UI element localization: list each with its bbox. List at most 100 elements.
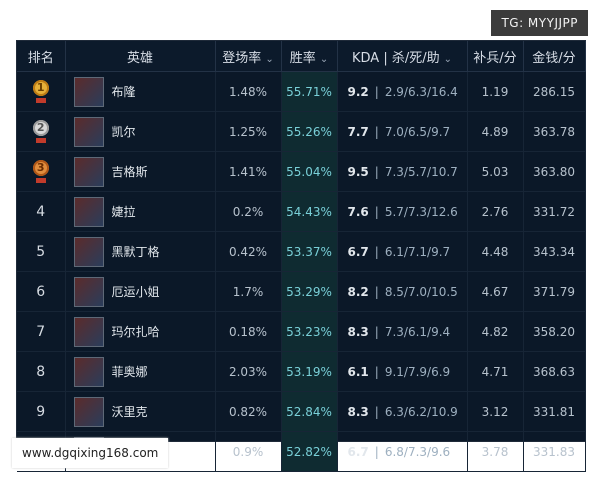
table-row[interactable]: 7 玛尔扎哈 0.18% 53.23% 8.3 | 7.3/6.1/9.4 4.82 358.2… [17, 311, 586, 352]
hero-name[interactable]: 菲奥娜 [112, 363, 148, 380]
header-rank: 排名 [17, 41, 66, 72]
header-pick-rate-label: 登场率 [222, 50, 262, 66]
gold-cell: 331.83 [523, 431, 586, 472]
gold-cell: 331.72 [523, 191, 586, 232]
pick-rate-cell: 2.03% [215, 351, 282, 392]
hero-cell: 玛尔扎哈 [65, 311, 216, 352]
win-rate-cell: 54.43% [281, 191, 338, 232]
kda-cell: 9.2 | 2.9/6.3/16.4 [337, 71, 468, 112]
kda-cell: 8.3 | 6.3/6.2/10.9 [337, 391, 468, 432]
pick-rate-cell: 1.48% [215, 71, 282, 112]
bronze-medal-icon: 3 [32, 159, 49, 176]
cs-cell: 1.19 [467, 71, 524, 112]
rank-cell: 1 [17, 71, 66, 112]
kda-cell: 7.6 | 5.7/7.3/12.6 [337, 191, 468, 232]
hero-portrait-icon[interactable] [73, 396, 104, 427]
kda-value: 6.7 [347, 244, 369, 259]
hero-wrap: 黑默丁格 [73, 236, 214, 267]
gold-cell: 343.34 [523, 231, 586, 272]
table-row[interactable]: 5 黑默丁格 0.42% 53.37% 6.7 | 6.1/7.1/9.7 4.48 343.3… [17, 231, 586, 272]
win-rate-cell: 53.23% [281, 311, 338, 352]
kda-value: 8.3 [347, 324, 369, 339]
hero-name[interactable]: 布隆 [112, 83, 136, 100]
hero-wrap: 吉格斯 [73, 156, 214, 187]
cs-cell: 4.67 [467, 271, 524, 312]
gold-cell: 363.78 [523, 111, 586, 152]
ranking-board: 排名 英雄 登场率 ⌄ 胜率 ⌄ KDA | 杀/死/助 ⌄ 补兵/分 金钱/分 1布… [16, 40, 586, 472]
header-kda[interactable]: KDA | 杀/死/助 ⌄ [337, 41, 468, 72]
kda-value: 8.2 [347, 284, 369, 299]
rank-cell: 4 [17, 191, 66, 232]
kda-detail: 9.1/7.9/6.9 [384, 364, 451, 379]
hero-name[interactable]: 沃里克 [112, 403, 148, 420]
medal-ribbon-icon [35, 177, 46, 183]
cs-cell: 4.48 [467, 231, 524, 272]
table-row[interactable]: 3 吉格斯 1.41% 55.04% 9.5 | 7.3/5.7/10.7 5.03 363.8… [17, 151, 586, 192]
header-gold[interactable]: 金钱/分 [523, 41, 586, 72]
kda-value: 6.7 [347, 444, 369, 459]
table-row[interactable]: 6 厄运小姐 1.7% 53.29% 8.2 | 8.5/7.0/10.5 4.67 371.7… [17, 271, 586, 312]
kda-separator: | [374, 164, 379, 179]
kda-separator: | [374, 364, 379, 379]
win-rate-cell: 55.26% [281, 111, 338, 152]
win-rate-cell: 55.71% [281, 71, 338, 112]
kda-detail: 7.3/6.1/9.4 [384, 324, 451, 339]
header-win-rate[interactable]: 胜率 ⌄ [281, 41, 338, 72]
rank-number: 7 [36, 323, 46, 340]
pick-rate-cell: 1.25% [215, 111, 282, 152]
tg-badge: TG: MYYJJPP [491, 10, 588, 36]
hero-name[interactable]: 婕拉 [112, 203, 136, 220]
win-rate-cell: 55.04% [281, 151, 338, 192]
table-row[interactable]: 9 沃里克 0.82% 52.84% 8.3 | 6.3/6.2/10.9 3.12 331.8… [17, 391, 586, 432]
cs-cell: 4.89 [467, 111, 524, 152]
table-row[interactable]: 2 凯尔 1.25% 55.26% 7.7 | 7.0/6.5/9.7 4.89 363.78 [17, 111, 586, 152]
kda-detail: 8.5/7.0/10.5 [384, 284, 458, 299]
rank-number: 5 [36, 243, 46, 260]
hero-cell: 凯尔 [65, 111, 216, 152]
gold-cell: 368.63 [523, 351, 586, 392]
watermark-url: www.dgqixing168.com [12, 438, 169, 468]
gold-cell: 363.80 [523, 151, 586, 192]
cs-cell: 4.82 [467, 311, 524, 352]
header-cs[interactable]: 补兵/分 [467, 41, 524, 72]
kda-value: 9.5 [347, 164, 369, 179]
hero-name[interactable]: 厄运小姐 [112, 283, 160, 300]
gold-medal-icon: 1 [32, 79, 49, 96]
kda-value: 7.7 [347, 124, 369, 139]
hero-portrait-icon[interactable] [73, 276, 104, 307]
hero-name[interactable]: 玛尔扎哈 [112, 323, 160, 340]
rank-cell: 3 [17, 151, 66, 192]
kda-cell: 8.3 | 7.3/6.1/9.4 [337, 311, 468, 352]
hero-wrap: 布隆 [73, 76, 214, 107]
hero-portrait-icon[interactable] [73, 196, 104, 227]
hero-name[interactable]: 凯尔 [112, 123, 136, 140]
cs-cell: 3.78 [467, 431, 524, 472]
hero-portrait-icon[interactable] [73, 356, 104, 387]
hero-wrap: 沃里克 [73, 396, 214, 427]
table-row[interactable]: 1 布隆 1.48% 55.71% 9.2 | 2.9/6.3/16.4 1.19 286.15 [17, 71, 586, 112]
rank-number: 6 [36, 283, 46, 300]
table-row[interactable]: 8 菲奥娜 2.03% 53.19% 6.1 | 9.1/7.9/6.9 4.71 368.63 [17, 351, 586, 392]
cs-cell: 3.12 [467, 391, 524, 432]
pick-rate-cell: 0.18% [215, 311, 282, 352]
hero-portrait-icon[interactable] [73, 116, 104, 147]
hero-name[interactable]: 黑默丁格 [112, 243, 160, 260]
hero-name[interactable]: 吉格斯 [112, 163, 148, 180]
header-pick-rate[interactable]: 登场率 ⌄ [215, 41, 282, 72]
hero-portrait-icon[interactable] [73, 316, 104, 347]
hero-wrap: 婕拉 [73, 196, 214, 227]
rank-cell: 7 [17, 311, 66, 352]
kda-value: 6.1 [347, 364, 369, 379]
hero-portrait-icon[interactable] [73, 76, 104, 107]
kda-value: 9.2 [347, 84, 369, 99]
chevron-down-icon: ⌄ [319, 53, 329, 65]
hero-portrait-icon[interactable] [73, 156, 104, 187]
rank-cell: 5 [17, 231, 66, 272]
pick-rate-cell: 1.7% [215, 271, 282, 312]
kda-detail: 6.1/7.1/9.7 [384, 244, 451, 259]
pick-rate-cell: 0.2% [215, 191, 282, 232]
hero-portrait-icon[interactable] [73, 236, 104, 267]
kda-detail: 7.0/6.5/9.7 [384, 124, 451, 139]
win-rate-cell: 53.37% [281, 231, 338, 272]
table-row[interactable]: 4 婕拉 0.2% 54.43% 7.6 | 5.7/7.3/12.6 2.76 331.72 [17, 191, 586, 232]
